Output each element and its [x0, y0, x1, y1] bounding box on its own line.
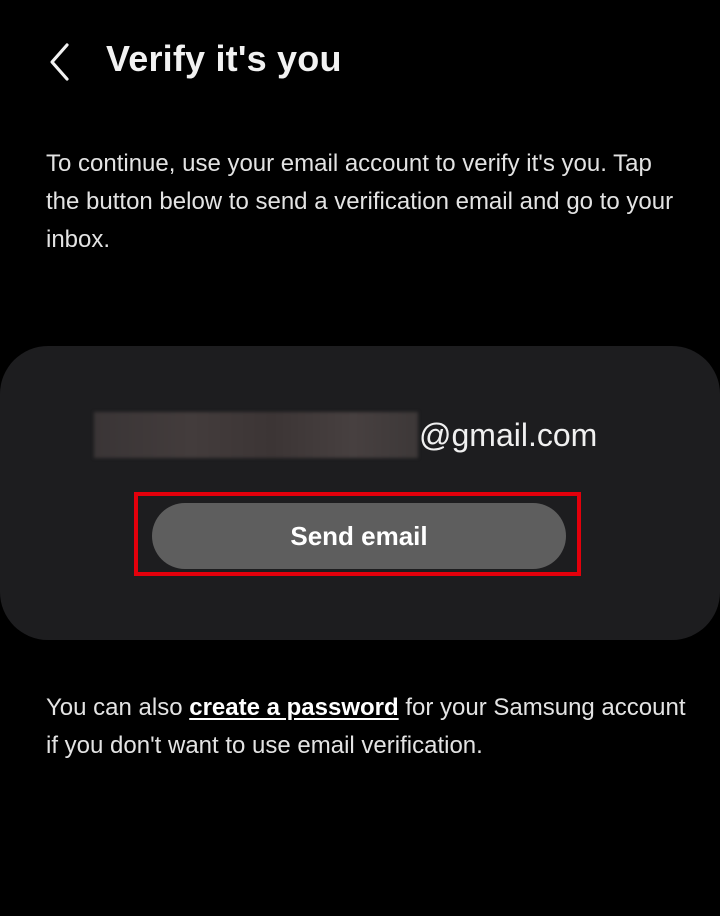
email-address: @gmail.com	[94, 410, 654, 460]
top-app-bar: Verify it's you	[0, 0, 720, 124]
page-title: Verify it's you	[106, 38, 342, 79]
redacted-email-username	[94, 412, 418, 458]
back-button[interactable]	[34, 36, 86, 88]
email-domain: @gmail.com	[419, 416, 598, 453]
create-password-note: You can also create a password for your …	[46, 689, 686, 765]
chevron-left-icon	[50, 43, 69, 81]
create-password-link[interactable]: create a password	[189, 694, 398, 721]
email-verification-card: @gmail.com Send email	[0, 346, 720, 640]
intro-description: To continue, use your email account to v…	[46, 150, 674, 253]
send-email-button[interactable]: Send email	[152, 503, 566, 569]
footer-text-before: You can also	[46, 694, 190, 721]
